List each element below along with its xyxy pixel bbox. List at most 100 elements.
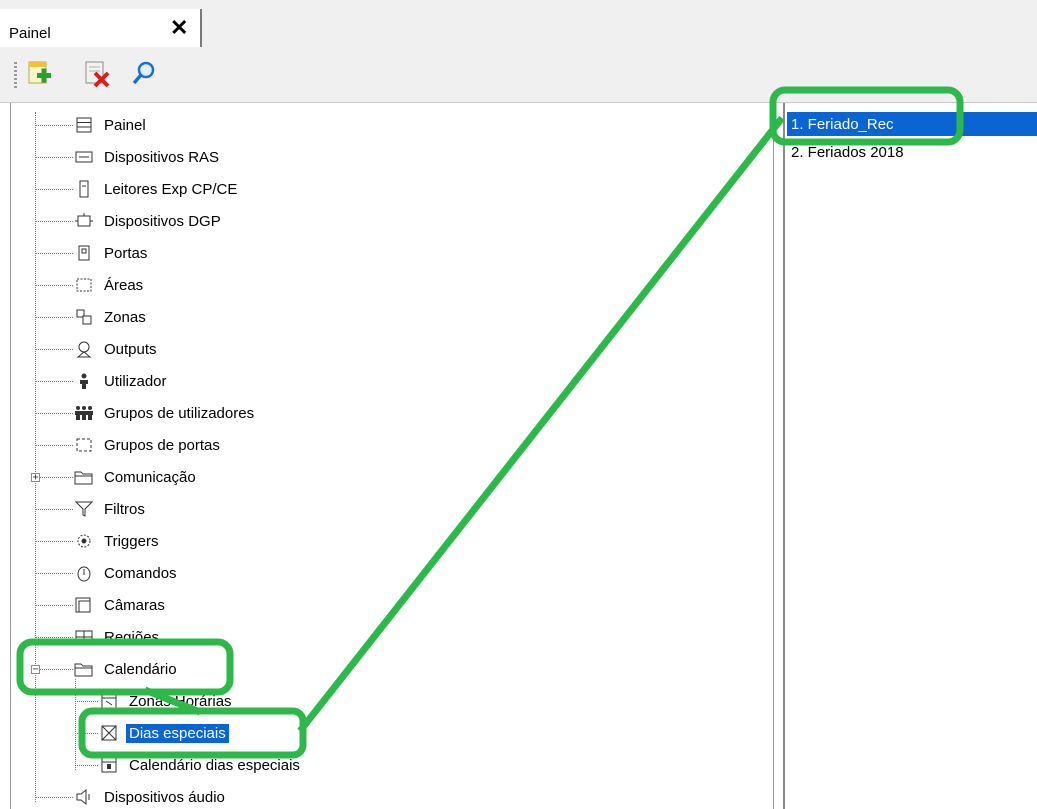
tree-item-calendario[interactable]: Calendário <box>73 657 180 681</box>
tree-item-areas[interactable]: Áreas <box>73 273 146 297</box>
tree-item-label: Zonas <box>104 308 146 326</box>
tree-item-dispositivos-audio[interactable]: Dispositivos áudio <box>73 785 228 809</box>
tree-item-dispositivos-ras[interactable]: Dispositivos RAS <box>73 145 222 169</box>
tree-item-label: Leitores Exp CP/CE <box>104 180 238 198</box>
tree-connector-branch <box>35 445 73 446</box>
trigger-icon <box>73 531 95 551</box>
tree-item-label: Comandos <box>104 564 177 582</box>
expand-comunicacao-toggle[interactable]: + <box>31 473 40 483</box>
tree-item-label: Grupos de utilizadores <box>104 404 255 422</box>
folder-icon <box>73 659 95 679</box>
camera-icon <box>73 595 95 615</box>
tree-item-painel[interactable]: Painel <box>73 113 149 137</box>
tree-item-label: Grupos de portas <box>104 436 220 454</box>
tree-connector-branch <box>35 285 73 286</box>
list-pane[interactable] <box>783 103 1037 809</box>
tree-item-label: Comunicação <box>104 468 196 486</box>
search-button[interactable] <box>130 59 160 89</box>
tree-connector-child <box>75 679 76 770</box>
tree-connector-branch <box>35 349 73 350</box>
tree-connector-branch <box>35 381 73 382</box>
tree-connector-branch <box>35 317 73 318</box>
tree-item-zonas[interactable]: Zonas <box>73 305 149 329</box>
folder-icon <box>73 467 95 487</box>
list-item-label: 1. Feriado_Rec <box>791 115 894 133</box>
tree-item-label: Portas <box>104 244 148 262</box>
tree-item-leitores-exp[interactable]: Leitores Exp CP/CE <box>73 177 240 201</box>
tab-painel[interactable]: Painel ✕ <box>0 9 202 47</box>
dgp-device-icon <box>73 211 95 231</box>
tree-connector-branch <box>35 125 73 126</box>
tree-item-comandos[interactable]: Comandos <box>73 561 180 585</box>
tree-item-portas[interactable]: Portas <box>73 241 150 265</box>
tree-item-label: Filtros <box>104 500 145 518</box>
tree-item-label: Painel <box>104 116 146 134</box>
close-icon[interactable]: ✕ <box>170 15 188 41</box>
magnifier-icon <box>132 61 155 85</box>
delete-document-icon <box>85 61 110 88</box>
tree-item-dias-especiais[interactable]: Dias especiais <box>98 721 229 745</box>
panel-icon <box>73 115 95 135</box>
tree-connector-branch <box>35 605 73 606</box>
toolbar-grip[interactable] <box>14 62 17 88</box>
list-item[interactable]: 1. Feriado_Rec <box>787 112 1037 136</box>
tree-item-label: Utilizador <box>104 372 167 390</box>
user-icon <box>73 371 95 391</box>
tree-item-label: Dispositivos áudio <box>104 788 225 806</box>
tree-item-label: Triggers <box>104 532 159 550</box>
tree-item-label: Regiões <box>104 628 160 646</box>
toolbar <box>0 47 1037 103</box>
tree-connector-branch <box>35 669 73 670</box>
output-icon <box>73 339 95 359</box>
tree-item-comunicacao[interactable]: Comunicação <box>73 465 199 489</box>
tree-connector-branch <box>35 797 73 798</box>
tree-item-label: Zonas Horárias <box>129 692 232 710</box>
tree-item-utilizador[interactable]: Utilizador <box>73 369 170 393</box>
tree-connector-branch <box>35 221 73 222</box>
tree-connector-branch <box>35 541 73 542</box>
filter-icon <box>73 499 95 519</box>
tree-item-label: Dias especiais <box>126 723 229 743</box>
tree-item-dispositivos-dgp[interactable]: Dispositivos DGP <box>73 209 224 233</box>
time-zone-icon <box>98 691 120 711</box>
collapse-calendario-toggle[interactable]: − <box>31 665 40 675</box>
list-item-label: 2. Feriados 2018 <box>791 143 904 161</box>
speaker-icon <box>73 787 95 807</box>
tree-item-triggers[interactable]: Triggers <box>73 529 161 553</box>
tree-item-label: Áreas <box>104 276 144 294</box>
tree-connector-branch <box>35 413 73 414</box>
list-item[interactable]: 2. Feriados 2018 <box>787 140 1037 164</box>
tree-connector <box>35 112 36 802</box>
new-item-button[interactable] <box>24 59 54 89</box>
zone-icon <box>73 307 95 327</box>
tree-item-grupos-utilizadores[interactable]: Grupos de utilizadores <box>73 401 257 425</box>
tree-item-label: Calendário dias especiais <box>129 756 300 774</box>
delete-item-button[interactable] <box>82 59 112 89</box>
region-icon <box>73 627 95 647</box>
tree-item-filtros[interactable]: Filtros <box>73 497 148 521</box>
ras-device-icon <box>73 147 95 167</box>
tree-connector-branch <box>35 253 73 254</box>
door-icon <box>73 243 95 263</box>
tree-connector-branch <box>35 637 73 638</box>
door-group-icon <box>73 435 95 455</box>
user-group-icon <box>73 403 95 423</box>
tree-connector-branch <box>35 477 73 478</box>
tree-item-zonas-horarias[interactable]: Zonas Horárias <box>98 689 235 713</box>
tree-connector-branch <box>75 733 98 734</box>
tree-item-label: Dispositivos RAS <box>104 148 220 166</box>
calendar-icon <box>98 755 120 775</box>
command-icon <box>73 563 95 583</box>
tree-item-grupos-portas[interactable]: Grupos de portas <box>73 433 223 457</box>
tree-item-regioes[interactable]: Regiões <box>73 625 162 649</box>
tree-item-label: Dispositivos DGP <box>104 212 221 230</box>
tree-item-camaras[interactable]: Câmaras <box>73 593 168 617</box>
tree-item-label: Outputs <box>104 340 157 358</box>
special-days-icon <box>98 723 120 743</box>
tree-connector-branch <box>35 573 73 574</box>
tab-strip: Painel ✕ <box>0 0 1037 47</box>
reader-icon <box>73 179 95 199</box>
tree-item-outputs[interactable]: Outputs <box>73 337 160 361</box>
tree-item-calendario-dias-especiais[interactable]: Calendário dias especiais <box>98 753 303 777</box>
tab-label: Painel <box>9 25 51 42</box>
